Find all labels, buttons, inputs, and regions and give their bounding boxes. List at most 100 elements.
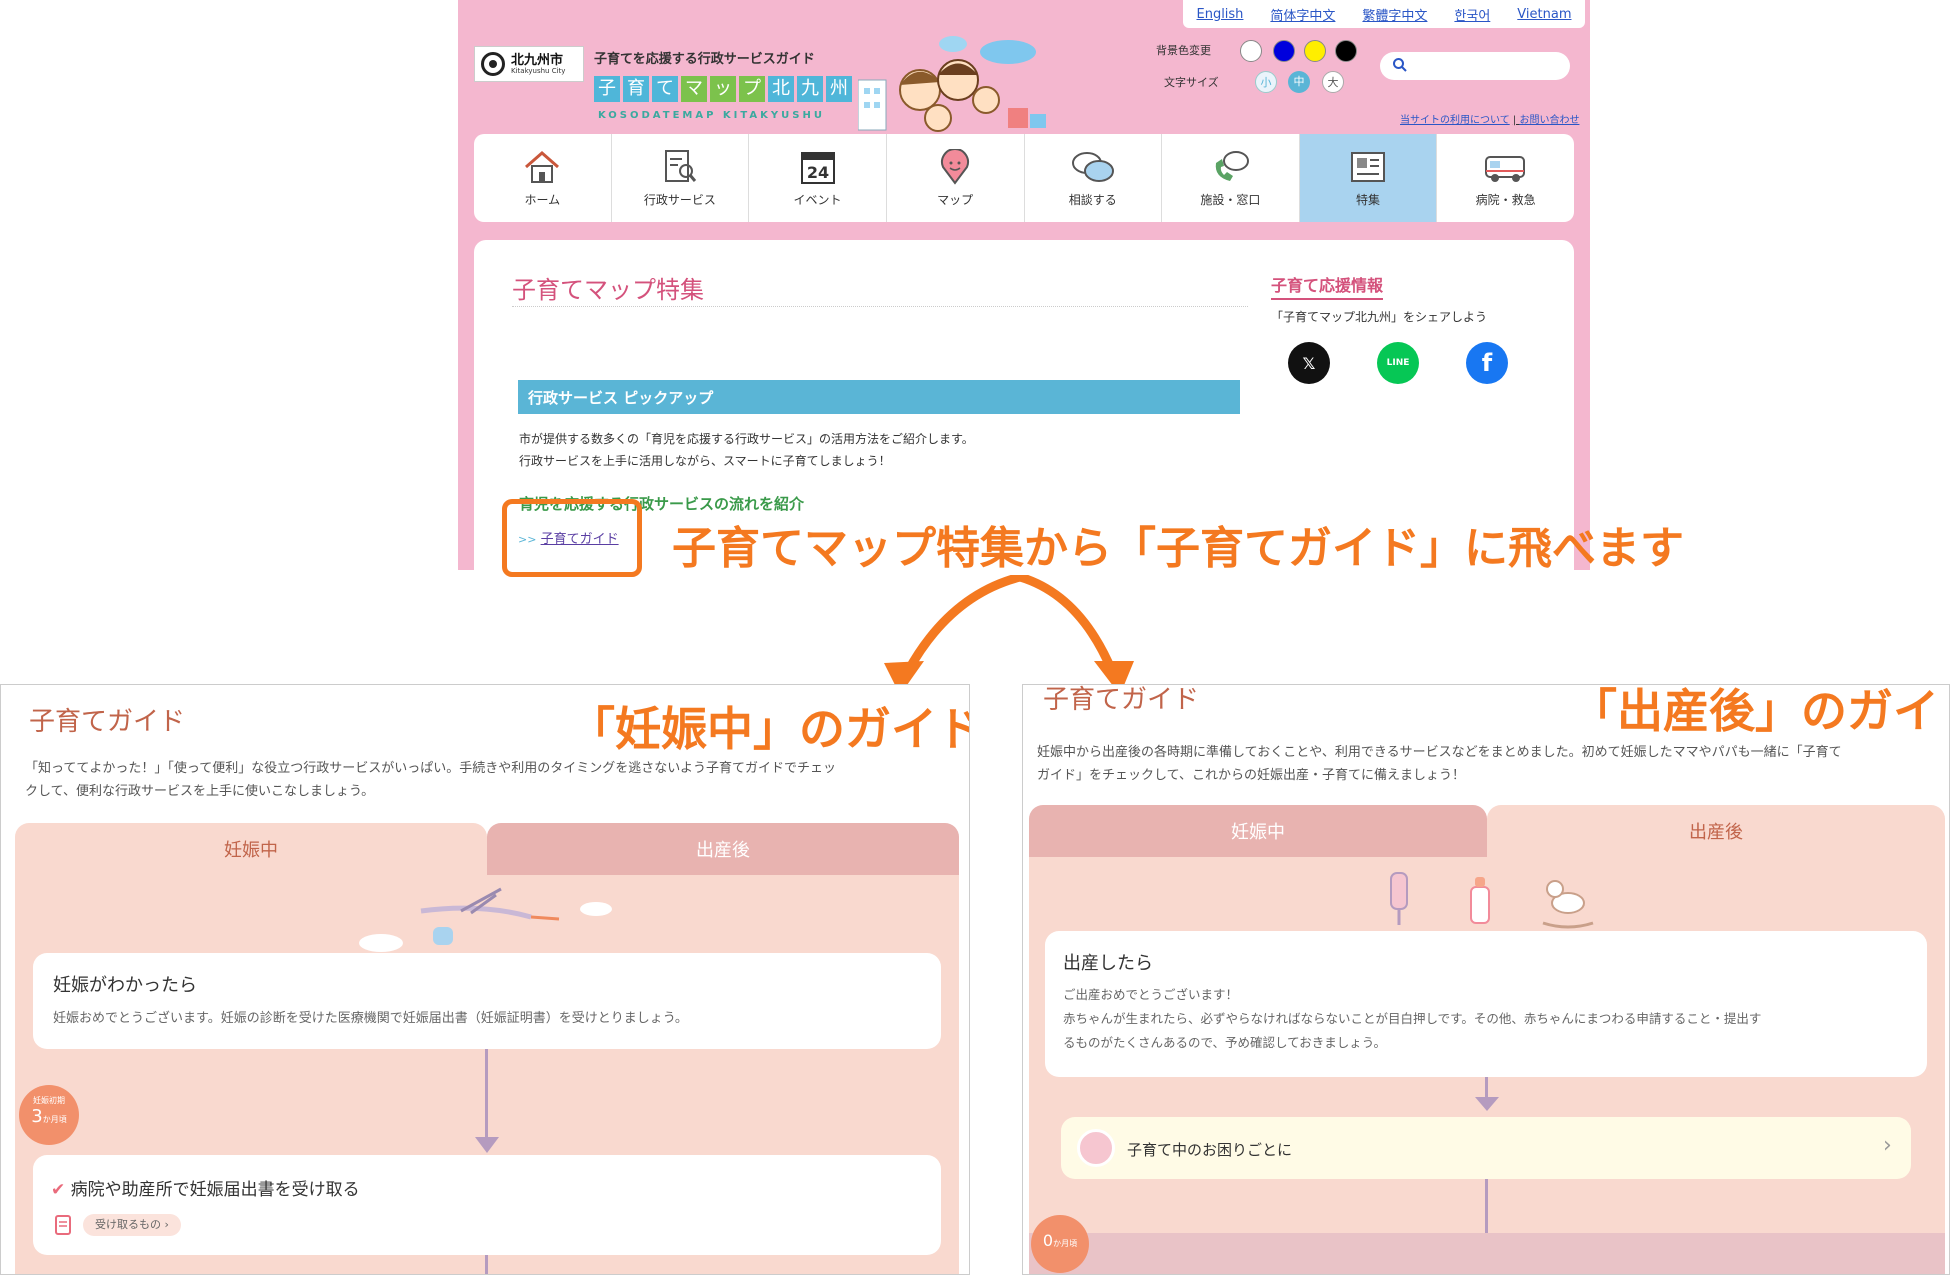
branch-arrows (884, 575, 1134, 695)
logo-text: 北九州市 (511, 52, 564, 68)
nav-consult[interactable]: 相談する (1025, 134, 1163, 222)
nav-services[interactable]: 行政サービス (612, 134, 750, 222)
bg-color-black[interactable] (1335, 40, 1357, 62)
tab-pregnancy[interactable]: 妊娠中 (15, 823, 487, 875)
badge-number: 0 (1042, 1231, 1054, 1250)
x-share-icon[interactable]: 𝕏 (1288, 342, 1330, 384)
city-logo[interactable]: 北九州市 Kitakyushu City (474, 46, 584, 82)
nav-facilities[interactable]: 施設・窓口 (1162, 134, 1300, 222)
document-search-icon (664, 149, 697, 182)
nav-home[interactable]: ホーム (474, 134, 612, 222)
calendar-icon: 24 (800, 151, 835, 184)
troubles-label: 子育て中のお困りごとに (1127, 1141, 1293, 1159)
facebook-share-icon[interactable]: f (1466, 342, 1508, 384)
site-screenshot: English 简体字中文 繁體字中文 한국어 Vietnam 北九州市 Kit… (458, 0, 1590, 570)
badge-unit: か月頃 (42, 1115, 67, 1124)
nav-label: ホーム (524, 192, 561, 207)
calendar-day: 24 (806, 163, 828, 182)
document-icon (55, 1215, 71, 1235)
bg-color-label: 背景色変更 (1156, 44, 1211, 57)
font-size-large[interactable]: 大 (1322, 71, 1344, 93)
guide-tabs: 妊娠中 出産後 (1029, 805, 1945, 857)
title-divider (512, 306, 1248, 307)
badge-unit: か月頃 (1053, 1239, 1078, 1248)
line-share-icon[interactable]: LINE (1377, 342, 1419, 384)
desc-line: ガイド」をチェックして、これからの妊娠出産・子育てに備えましょう！ (1037, 768, 1465, 783)
tab-after-birth[interactable]: 出産後 (487, 823, 959, 875)
arrow-down-icon (475, 1137, 499, 1153)
site-name-char: プ (739, 76, 765, 102)
site-name-char: 北 (768, 76, 794, 102)
site-name-char: マ (681, 76, 707, 102)
intro-text: 行政サービスを上手に活用しながら、スマートに子育てしましょう！ (519, 454, 891, 468)
card-text-line: るものがたくさんあるので、予め確認しておきましょう。 (1063, 1035, 1387, 1050)
chat-icon (1071, 151, 1114, 182)
highlight-box (502, 499, 642, 577)
card-title: ✔ 病院や助産所で妊娠届出書を受け取る (51, 1175, 360, 1200)
nav-label: 特集 (1356, 192, 1381, 207)
card-title-text: 病院や助産所で妊娠届出書を受け取る (70, 1180, 360, 1200)
nav-map[interactable]: マップ (887, 134, 1025, 222)
section-heading: 行政サービス ピックアップ (518, 380, 1240, 414)
site-name-char: 子 (594, 76, 620, 102)
desc-line: 妊娠中から出産後の各時期に準備しておくことや、利用できるサービスなどをまとめまし… (1037, 745, 1842, 760)
share-text: 「子育てマップ北九州」をシェアしよう (1271, 310, 1488, 324)
desc-line: 「知っててよかった！」「使って便利」な役立つ行政サービスがいっぱい。手続きや利用… (25, 761, 836, 776)
font-size-small[interactable]: 小 (1255, 71, 1277, 93)
tab-pregnancy[interactable]: 妊娠中 (1029, 805, 1487, 857)
nav-label: 相談する (1068, 192, 1117, 207)
logo-text-en: Kitakyushu City (511, 66, 566, 75)
nav-label: 行政サービス (643, 192, 716, 207)
site-usage-link[interactable]: 当サイトの利用について (1400, 115, 1510, 126)
arrow-down-icon (1475, 1097, 1499, 1111)
nav-label: 病院・救急 (1475, 192, 1536, 207)
site-tagline: 子育てを応援する行政サービスガイド (594, 52, 815, 67)
receive-items-tag[interactable]: 受け取るもの › (83, 1214, 181, 1236)
badge-label: 妊娠初期 (33, 1096, 65, 1105)
lang-vietnamese-link[interactable]: Vietnam (1517, 7, 1571, 22)
newspaper-icon (1351, 151, 1386, 182)
bg-color-blue[interactable] (1273, 40, 1295, 62)
card-text: ご出産おめでとうございます！ 赤ちゃんが生まれたら、必ずやらなければならないこと… (1063, 983, 1761, 1055)
timing-badge: 妊娠初期 3か月頃 (19, 1085, 79, 1145)
lang-korean-link[interactable]: 한국어 (1454, 5, 1490, 24)
lang-simplified-chinese-link[interactable]: 简体字中文 (1270, 5, 1335, 24)
card-receive-form[interactable] (33, 1155, 941, 1255)
contact-link[interactable]: お問い合わせ (1519, 115, 1579, 126)
site-name[interactable]: 子育てマップ北九州 (594, 76, 852, 102)
nav-hospital[interactable]: 病院・救急 (1437, 134, 1574, 222)
search-input[interactable] (1380, 52, 1570, 80)
baby-face-icon (1077, 1129, 1115, 1167)
bg-color-yellow[interactable] (1304, 40, 1326, 62)
font-size-medium[interactable]: 中 (1288, 71, 1310, 93)
family-illustration (858, 36, 1046, 132)
bg-color-white[interactable] (1240, 40, 1262, 62)
sidebar-title: 子育て応援情報 (1271, 272, 1384, 300)
guide-tabs: 妊娠中 出産後 (15, 823, 959, 875)
card-pregnancy-found[interactable] (33, 953, 941, 1049)
site-name-char: 州 (826, 76, 852, 102)
tab-after-birth[interactable]: 出産後 (1487, 805, 1945, 857)
tag-label: 受け取るもの (95, 1218, 161, 1231)
lang-traditional-chinese-link[interactable]: 繁體字中文 (1362, 5, 1427, 24)
phone-icon (1216, 150, 1250, 181)
lang-english-link[interactable]: English (1196, 7, 1243, 22)
nav-label: マップ (937, 192, 974, 207)
nav-features[interactable]: 特集 (1299, 134, 1438, 222)
panel-description: 妊娠中から出産後の各時期に準備しておくことや、利用できるサービスなどをまとめまし… (1037, 741, 1937, 787)
check-icon: ✔ (51, 1180, 66, 1200)
chevron-right-icon[interactable]: › (1883, 1133, 1892, 1158)
nav-label: 施設・窓口 (1200, 192, 1261, 207)
panel-title: 子育てガイド (1043, 685, 1200, 715)
panel-description: 「知っててよかった！」「使って便利」な役立つ行政サービスがいっぱい。手続きや利用… (25, 757, 955, 803)
pregnancy-guide-panel: 子育てガイド 「妊娠中」のガイド 「知っててよかった！」「使って便利」な役立つ行… (0, 684, 970, 1275)
main-nav: ホーム 行政サービス 24 イベント マップ 相談する 施設・窓口 特集 病院・ (474, 134, 1574, 222)
stork-illustration (359, 887, 612, 952)
site-name-char: て (652, 76, 678, 102)
nav-events[interactable]: 24 イベント (749, 134, 887, 222)
card-text-line: 赤ちゃんが生まれたら、必ずやらなければならないことが目白押しです。その他、赤ちゃ… (1063, 1011, 1762, 1026)
search-icon[interactable] (1392, 57, 1408, 73)
chevron-right-icon: › (164, 1218, 169, 1231)
timeline-line (485, 1049, 488, 1149)
panel-caption: 「出産後」のガイド (1571, 684, 1950, 738)
